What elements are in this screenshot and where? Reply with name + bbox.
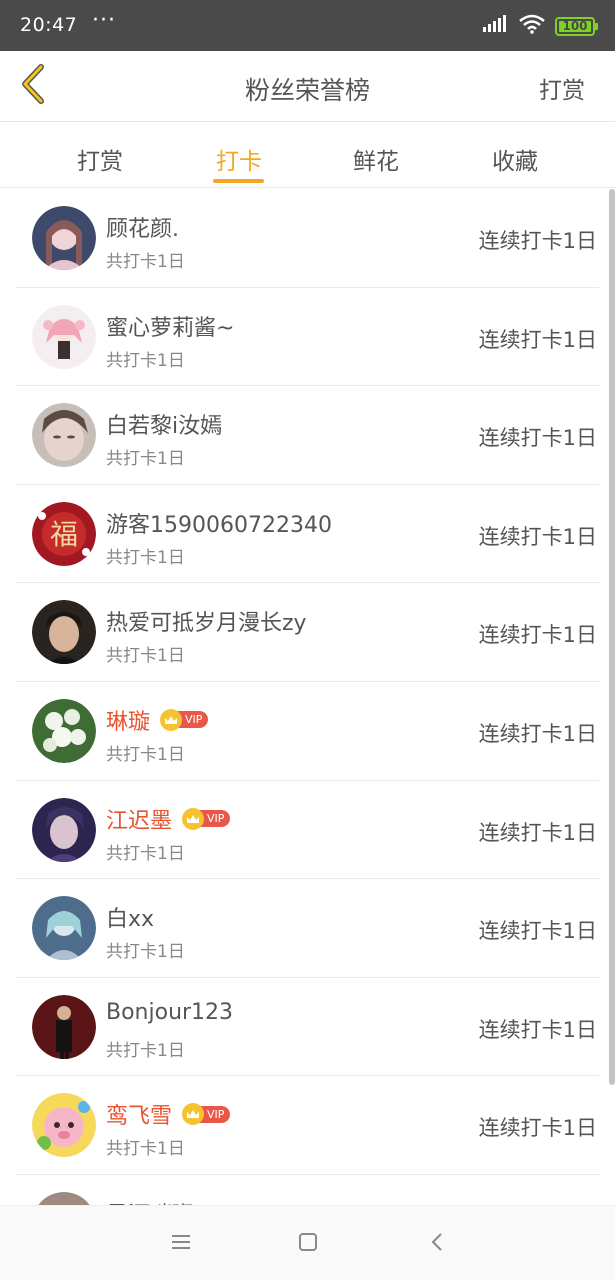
total-checkin-text: 共打卡1日 — [106, 449, 185, 470]
fan-name-line: 热爱可抵岁月漫长zy — [106, 605, 307, 637]
fan-name: 顾花颜. — [106, 217, 179, 242]
fan-name-line: Bonjour123 — [106, 1000, 233, 1025]
reward-button[interactable]: 打赏 — [539, 71, 585, 105]
avatar[interactable] — [32, 896, 96, 961]
fan-name: 琳璇 — [106, 709, 151, 735]
tab-active-indicator — [213, 179, 264, 183]
streak-text: 连续打卡1日 — [478, 229, 597, 253]
fan-name-line: 蜜心萝莉酱~ — [106, 310, 234, 342]
avatar[interactable] — [32, 994, 96, 1059]
total-checkin-text: 共打卡1日 — [106, 1139, 185, 1160]
vip-badge: VIP — [160, 708, 209, 731]
system-nav-bar — [0, 1205, 615, 1280]
fan-name-line: 江迟墨 VIP — [106, 803, 231, 835]
fan-row[interactable]: Bonjour123 共打卡1日 连续打卡1日 — [16, 978, 599, 1077]
total-checkin-text: 共打卡1日 — [106, 744, 185, 765]
status-more-dots: ··· — [92, 8, 116, 33]
fan-name: 蜜心萝莉酱~ — [106, 315, 235, 341]
fan-name-line: 白若黎i汝嫣 — [106, 408, 222, 440]
streak-text: 连续打卡1日 — [478, 327, 597, 352]
fan-row[interactable]: 蜜心萝莉酱~ 共打卡1日 连续打卡1日 — [16, 288, 599, 387]
fan-name-line: 游客1590060722340 — [106, 507, 332, 539]
avatar[interactable] — [32, 698, 96, 763]
fan-name-line: 顾花颜. — [106, 211, 179, 243]
streak-text: 连续打卡1日 — [478, 919, 597, 944]
fan-name: 鸾飞雪 — [106, 1104, 173, 1130]
menu-button[interactable] — [166, 1230, 196, 1258]
status-icons: 100 — [483, 14, 598, 38]
streak-text: 连续打卡1日 — [478, 1116, 597, 1141]
fan-name: 白xx — [106, 907, 155, 933]
fan-name-line: 白xx — [106, 901, 154, 933]
avatar[interactable] — [32, 403, 96, 468]
total-checkin-text: 共打卡1日 — [106, 942, 185, 963]
fan-list[interactable]: 顾花颜. 共打卡1日 连续打卡1日 蜜心萝莉酱~ 共打卡1日 连续打卡1日 白若黎i汝嫣 共打… — [0, 189, 615, 1205]
fan-row[interactable]: 白xx 共打卡1日 连续打卡1日 — [16, 879, 599, 978]
header: 粉丝荣誉榜 打赏 — [0, 51, 615, 122]
tab-favorites[interactable]: 收藏 — [455, 142, 575, 176]
vip-badge: VIP — [182, 1103, 231, 1126]
avatar[interactable] — [32, 1191, 96, 1205]
total-checkin-text: 共打卡1日 — [106, 646, 185, 667]
scrollbar[interactable] — [609, 189, 615, 1085]
status-time: 20:47 — [20, 14, 78, 36]
fan-name: Bonjour123 — [106, 999, 234, 1025]
fan-row[interactable]: 琳璇 VIP 共打卡1日 连续打卡1日 — [16, 682, 599, 781]
fan-name: 白若黎i汝嫣 — [106, 414, 223, 440]
fan-name: 游客1590060722340 — [106, 512, 332, 538]
fan-name: 热爱可抵岁月漫长zy — [106, 611, 307, 637]
fan-row[interactable]: 热爱可抵岁月漫长zy 共打卡1日 连续打卡1日 — [16, 583, 599, 682]
tab-flowers[interactable]: 鲜花 — [316, 142, 436, 176]
menu-icon — [171, 1233, 191, 1255]
total-checkin-text: 共打卡1日 — [106, 1040, 185, 1061]
streak-text: 连续打卡1日 — [478, 623, 597, 648]
status-bar: 20:47 ··· 100 — [0, 0, 615, 51]
fan-row[interactable]: 星河璀璨 — [16, 1175, 599, 1205]
avatar[interactable] — [32, 206, 96, 270]
home-icon — [298, 1232, 318, 1256]
tab-reward[interactable]: 打赏 — [40, 142, 160, 176]
back-icon — [430, 1232, 444, 1256]
tab-checkin[interactable]: 打卡 — [179, 142, 299, 176]
avatar[interactable] — [32, 1093, 96, 1158]
svg-text:福: 福 — [50, 518, 78, 551]
avatar[interactable] — [32, 304, 96, 369]
battery-level: 100 — [562, 19, 588, 33]
total-checkin-text: 共打卡1日 — [106, 252, 185, 272]
fan-name: 星河璀璨 — [106, 1197, 194, 1205]
battery-icon: 100 — [555, 16, 598, 36]
fan-row[interactable]: 江迟墨 VIP 共打卡1日 连续打卡1日 — [16, 781, 599, 880]
fan-row[interactable]: 福 游客1590060722340 共打卡1日 连续打卡1日 — [16, 485, 599, 584]
home-button[interactable] — [293, 1230, 323, 1258]
crown-icon — [160, 708, 183, 731]
fan-name-line: 琳璇 VIP — [106, 704, 209, 736]
avatar[interactable] — [32, 600, 96, 665]
avatar[interactable]: 福 — [32, 501, 96, 566]
streak-text: 连续打卡1日 — [478, 820, 597, 845]
crown-icon — [182, 807, 205, 830]
wifi-icon — [519, 14, 545, 38]
streak-text: 连续打卡1日 — [478, 1017, 597, 1042]
fan-name-line: 鸾飞雪 VIP — [106, 1098, 231, 1130]
fan-row[interactable]: 顾花颜. 共打卡1日 连续打卡1日 — [16, 189, 599, 288]
fan-name: 江迟墨 — [106, 808, 173, 834]
signal-icon — [483, 15, 509, 37]
fan-row[interactable]: 白若黎i汝嫣共打卡1日 连续打卡1日 — [16, 386, 599, 485]
back-nav-button[interactable] — [422, 1230, 452, 1258]
total-checkin-text: 共打卡1日 — [106, 547, 185, 568]
streak-text: 连续打卡1日 — [478, 721, 597, 746]
fan-name-line: 星河璀璨 — [106, 1197, 194, 1205]
streak-text: 连续打卡1日 — [478, 524, 597, 549]
streak-text: 连续打卡1日 — [478, 426, 597, 451]
total-checkin-text: 共打卡1日 — [106, 350, 185, 371]
tab-bar: 打赏 打卡 鲜花 收藏 — [0, 122, 615, 188]
page-title: 粉丝荣誉榜 — [244, 76, 370, 105]
fan-row[interactable]: 鸾飞雪 VIP 共打卡1日 连续打卡1日 — [16, 1076, 599, 1175]
avatar[interactable] — [32, 797, 96, 862]
vip-badge: VIP — [182, 807, 231, 830]
total-checkin-text: 共打卡1日 — [106, 843, 185, 864]
